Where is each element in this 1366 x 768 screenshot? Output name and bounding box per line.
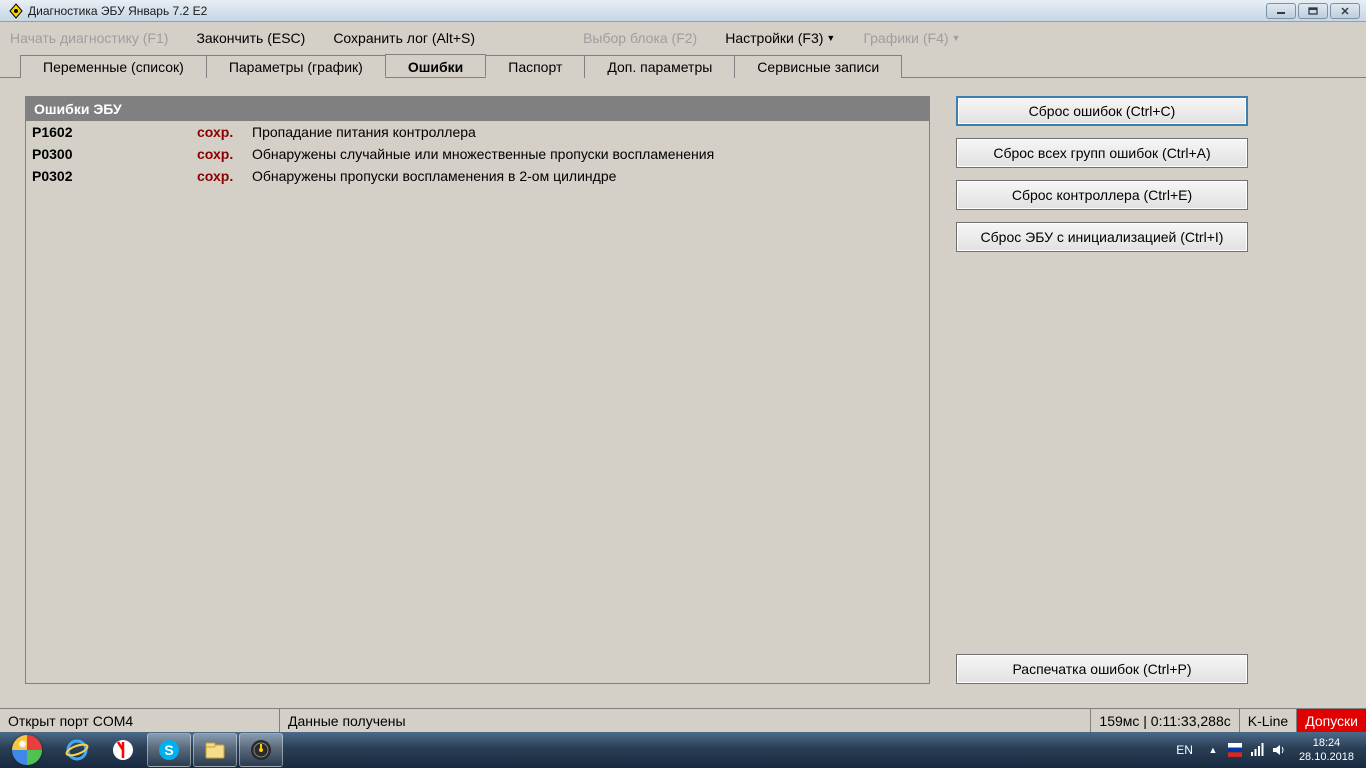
tray-date: 28.10.2018	[1299, 750, 1354, 764]
status-allowances[interactable]: Допуски	[1297, 709, 1366, 732]
tab-extra-params[interactable]: Доп. параметры	[584, 55, 735, 78]
network-icon[interactable]	[1249, 742, 1265, 758]
error-code: P0302	[32, 168, 197, 184]
menu-charts-label: Графики (F4)	[863, 30, 948, 46]
menu-save-log[interactable]: Сохранить лог (Alt+S)	[333, 30, 475, 46]
error-panel: Ошибки ЭБУ P1602 сохр. Пропадание питани…	[25, 96, 930, 684]
menu-settings[interactable]: Настройки (F3) ▼	[725, 30, 835, 46]
error-row[interactable]: P1602 сохр. Пропадание питания контролле…	[26, 121, 929, 143]
start-button[interactable]	[0, 732, 54, 768]
error-row[interactable]: P0302 сохр. Обнаружены пропуски воспламе…	[26, 165, 929, 187]
error-panel-header: Ошибки ЭБУ	[26, 97, 929, 121]
volume-icon[interactable]	[1271, 742, 1287, 758]
tray-language[interactable]: EN	[1170, 743, 1199, 757]
window-title: Диагностика ЭБУ Январь 7.2 Е2	[28, 4, 1266, 18]
svg-text:S: S	[164, 742, 173, 758]
error-row[interactable]: P0300 сохр. Обнаружены случайные или мно…	[26, 143, 929, 165]
chevron-down-icon: ▼	[826, 33, 835, 43]
statusbar: Открыт порт COM4 Данные получены 159мс |…	[0, 708, 1366, 732]
menu-start-diagnostics[interactable]: Начать диагностику (F1)	[10, 30, 168, 46]
chevron-down-icon: ▼	[952, 33, 961, 43]
menu-settings-label: Настройки (F3)	[725, 30, 823, 46]
tab-parameters[interactable]: Параметры (график)	[206, 55, 386, 78]
tab-errors[interactable]: Ошибки	[385, 54, 486, 77]
window-titlebar: Диагностика ЭБУ Январь 7.2 Е2	[0, 0, 1366, 22]
status-timing: 159мс | 0:11:33,288с	[1091, 709, 1239, 732]
tab-passport[interactable]: Паспорт	[485, 55, 585, 78]
tab-service-records[interactable]: Сервисные записи	[734, 55, 902, 78]
menu-finish[interactable]: Закончить (ESC)	[196, 30, 305, 46]
error-status: сохр.	[197, 168, 252, 184]
status-port: Открыт порт COM4	[0, 709, 280, 732]
taskbar-ie-icon[interactable]	[55, 733, 99, 767]
tab-variables[interactable]: Переменные (список)	[20, 55, 207, 78]
error-code: P1602	[32, 124, 197, 140]
error-description: Пропадание питания контроллера	[252, 124, 923, 140]
menu-charts[interactable]: Графики (F4) ▼	[863, 30, 960, 46]
taskbar-explorer-icon[interactable]	[193, 733, 237, 767]
error-status: сохр.	[197, 124, 252, 140]
taskbar-yandex-icon[interactable]	[101, 733, 145, 767]
windows-logo-icon	[12, 735, 42, 765]
reset-ecu-init-button[interactable]: Сброс ЭБУ с инициализацией (Ctrl+I)	[956, 222, 1248, 252]
error-status: сохр.	[197, 146, 252, 162]
maximize-button[interactable]	[1298, 3, 1328, 19]
error-description: Обнаружены случайные или множественные п…	[252, 146, 923, 162]
reset-errors-button[interactable]: Сброс ошибок (Ctrl+C)	[956, 96, 1248, 126]
flag-icon[interactable]	[1227, 742, 1243, 758]
error-code: P0300	[32, 146, 197, 162]
status-data: Данные получены	[280, 709, 1091, 732]
reset-all-groups-button[interactable]: Сброс всех групп ошибок (Ctrl+A)	[956, 138, 1248, 168]
status-kline: K-Line	[1240, 709, 1297, 732]
menubar: Начать диагностику (F1) Закончить (ESC) …	[0, 22, 1366, 54]
tray-chevron-up-icon[interactable]: ▲	[1205, 742, 1221, 758]
content-area: Ошибки ЭБУ P1602 сохр. Пропадание питани…	[0, 78, 1366, 704]
minimize-button[interactable]	[1266, 3, 1296, 19]
error-description: Обнаружены пропуски воспламенения в 2-ом…	[252, 168, 923, 184]
print-errors-button[interactable]: Распечатка ошибок (Ctrl+P)	[956, 654, 1248, 684]
taskbar: S EN ▲ 18:24 28.10.2018	[0, 732, 1366, 768]
tray-clock[interactable]: 18:24 28.10.2018	[1293, 736, 1360, 764]
taskbar-skype-icon[interactable]: S	[147, 733, 191, 767]
close-button[interactable]	[1330, 3, 1360, 19]
system-tray: EN ▲ 18:24 28.10.2018	[1170, 736, 1366, 764]
tray-time: 18:24	[1299, 736, 1354, 750]
taskbar-diagnostic-app-icon[interactable]	[239, 733, 283, 767]
error-list: P1602 сохр. Пропадание питания контролле…	[26, 121, 929, 683]
menu-block-select[interactable]: Выбор блока (F2)	[583, 30, 697, 46]
tabstrip: Переменные (список) Параметры (график) О…	[0, 54, 1366, 78]
app-icon	[8, 3, 24, 19]
reset-controller-button[interactable]: Сброс контроллера (Ctrl+E)	[956, 180, 1248, 210]
action-buttons: Сброс ошибок (Ctrl+C) Сброс всех групп о…	[956, 96, 1248, 684]
